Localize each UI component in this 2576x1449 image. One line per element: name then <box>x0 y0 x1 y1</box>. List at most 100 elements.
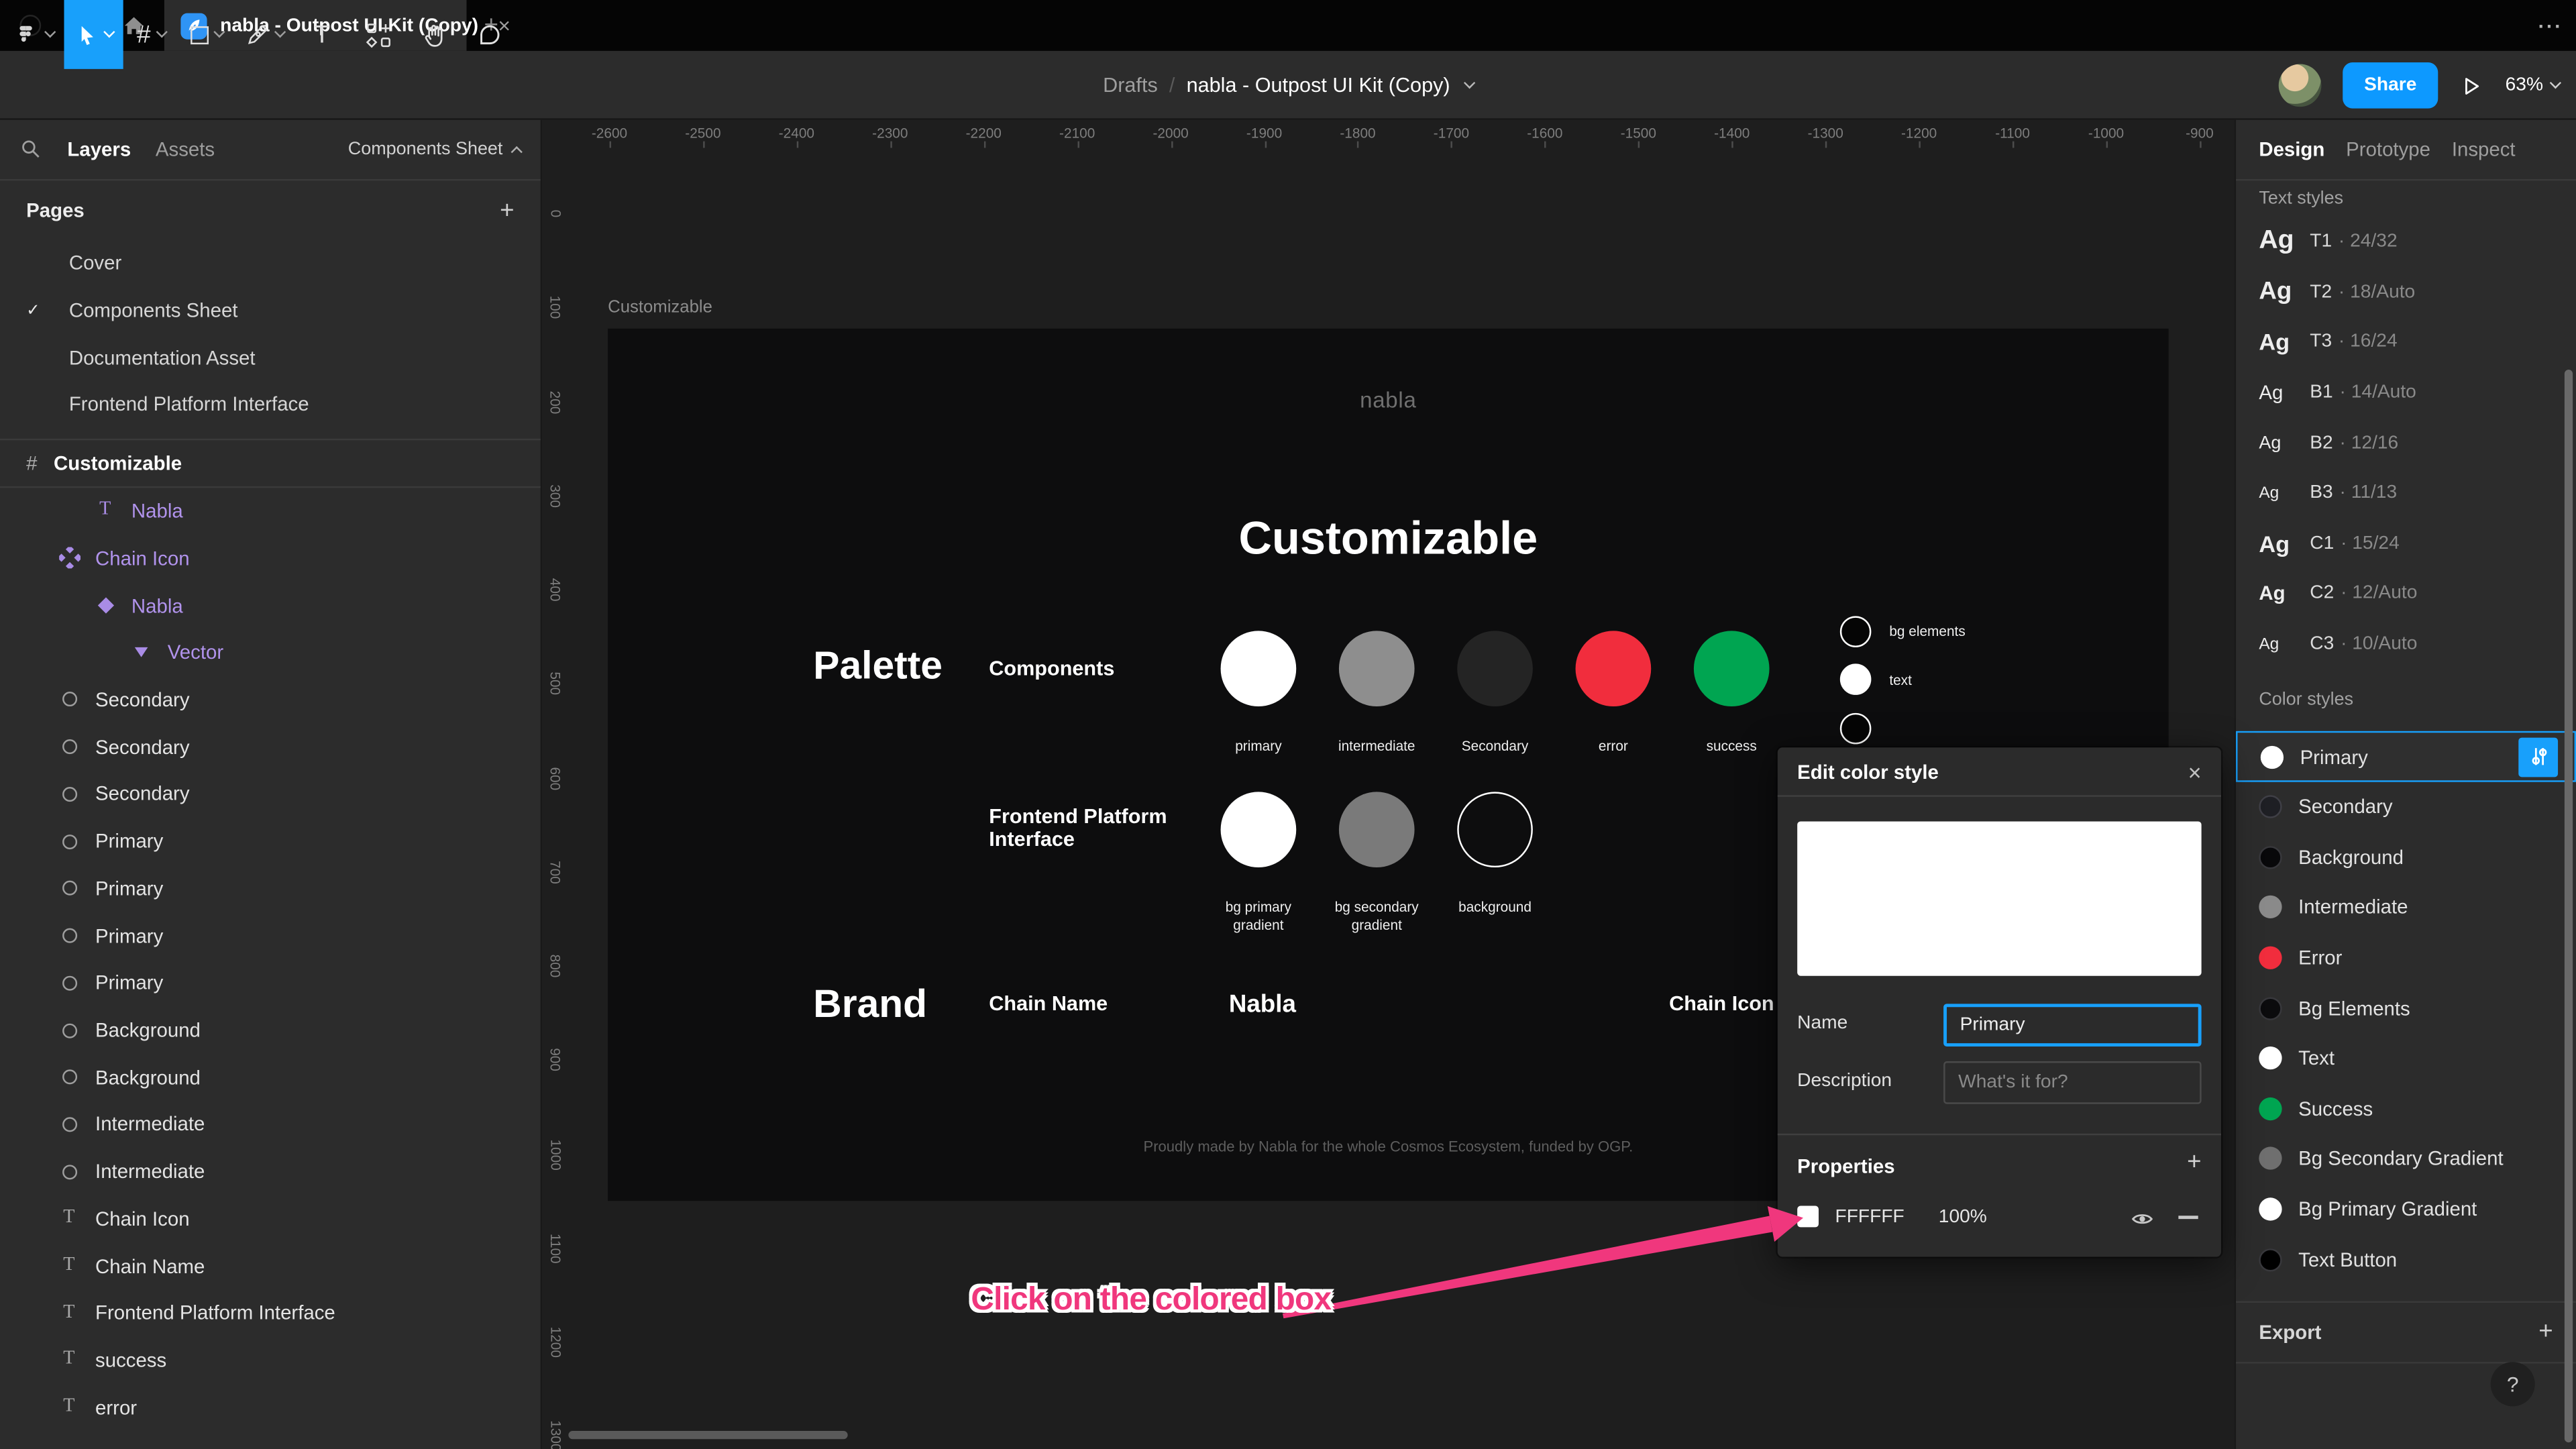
text-style-row[interactable]: Ag B2 · 12/16 <box>2236 418 2576 468</box>
chain-icon-caption[interactable]: Chain Icon <box>1669 993 1774 1017</box>
page-item[interactable]: Documentation Asset <box>0 334 541 381</box>
layer-row[interactable]: T Nabla <box>0 488 541 535</box>
page-selector[interactable]: Components Sheet <box>348 140 523 160</box>
brand-title[interactable]: Brand <box>813 982 927 1028</box>
text-style-row[interactable]: Ag C3 · 10/Auto <box>2236 619 2576 669</box>
layer-row[interactable]: T Primary <box>0 912 541 959</box>
brand-caption[interactable]: Chain Name <box>989 993 1108 1017</box>
name-input[interactable] <box>1943 1004 2202 1046</box>
mini-swatch[interactable]: text <box>1839 663 1966 696</box>
color-swatch[interactable]: intermediate <box>1338 631 1415 754</box>
layer-row[interactable]: T Primary <box>0 818 541 865</box>
assets-tool-button[interactable] <box>350 0 406 69</box>
color-style-row[interactable]: Bg Elements <box>2236 983 2576 1033</box>
property-hex-value[interactable]: FFFFFF <box>1835 1208 1904 1227</box>
comment-tool-button[interactable] <box>462 0 517 69</box>
layer-row[interactable]: T Vector <box>0 629 541 676</box>
help-button[interactable]: ? <box>2490 1362 2535 1407</box>
layer-row[interactable]: T Chain Icon <box>0 1195 541 1242</box>
color-style-row[interactable]: Error <box>2236 932 2576 983</box>
color-swatch[interactable]: error <box>1575 631 1652 754</box>
layer-row[interactable]: T Intermediate <box>0 1148 541 1195</box>
tab-assets[interactable]: Assets <box>156 138 215 161</box>
adjust-style-button[interactable] <box>2518 737 2559 777</box>
more-menu-icon[interactable]: ··· <box>2538 0 2563 51</box>
color-style-row[interactable]: Background <box>2236 832 2576 882</box>
inspector-tab[interactable]: Inspect <box>2452 138 2516 161</box>
layer-row[interactable]: T Secondary <box>0 676 541 723</box>
chevron-down-icon[interactable] <box>1463 77 1475 89</box>
frame-title-label[interactable]: Customizable <box>608 297 712 317</box>
color-swatch[interactable]: success <box>1693 631 1770 754</box>
share-button[interactable]: Share <box>2343 62 2438 109</box>
page-item[interactable]: ✓ Components Sheet <box>0 287 541 334</box>
palette-title[interactable]: Palette <box>813 644 943 690</box>
breadcrumb-root[interactable]: Drafts <box>1103 74 1158 97</box>
color-style-row[interactable]: Success <box>2236 1083 2576 1134</box>
property-opacity-value[interactable]: 100% <box>1939 1208 1987 1227</box>
close-icon[interactable]: × <box>2188 760 2202 783</box>
layer-row[interactable]: T Chain Icon <box>0 535 541 582</box>
page-item[interactable]: Frontend Platform Interface <box>0 381 541 428</box>
zoom-control[interactable]: 63% <box>2506 76 2562 95</box>
visibility-toggle[interactable] <box>2129 1206 2155 1232</box>
move-tool-button[interactable] <box>64 0 123 69</box>
inspector-tab[interactable]: Design <box>2259 138 2324 161</box>
color-swatch[interactable]: Secondary <box>1457 631 1533 754</box>
layer-frame-row[interactable]: # Customizable <box>0 440 541 488</box>
layer-row[interactable]: T Background <box>0 1054 541 1101</box>
color-style-row[interactable]: Text <box>2236 1033 2576 1083</box>
property-color-box[interactable] <box>1797 1205 1819 1228</box>
nabla-logo[interactable]: nabla <box>608 388 2169 413</box>
search-icon[interactable] <box>19 138 42 161</box>
text-style-row[interactable]: Ag B3 · 11/13 <box>2236 468 2576 519</box>
color-preview[interactable] <box>1797 821 2202 976</box>
layer-row[interactable]: T Primary <box>0 959 541 1006</box>
add-property-button[interactable]: + <box>2187 1148 2201 1177</box>
tab-layers[interactable]: Layers <box>67 138 131 161</box>
layer-row[interactable]: T Secondary <box>0 771 541 818</box>
mini-swatch[interactable]: bg elements <box>1839 614 1966 647</box>
mini-swatch[interactable] <box>1839 711 1966 744</box>
remove-property-button[interactable] <box>2178 1216 2198 1218</box>
color-style-row[interactable]: Primary <box>2236 731 2576 782</box>
color-style-row[interactable]: Intermediate <box>2236 882 2576 932</box>
color-swatch[interactable]: background <box>1457 792 1533 915</box>
layer-row[interactable]: T Secondary <box>0 723 541 770</box>
shape-tool-button[interactable] <box>179 0 235 69</box>
text-style-row[interactable]: Ag T3 · 16/24 <box>2236 317 2576 368</box>
vertical-scrollbar[interactable] <box>2564 370 2573 1443</box>
layer-row[interactable]: T success <box>0 1337 541 1384</box>
layer-row[interactable]: T Intermediate <box>0 1101 541 1148</box>
fpi-caption[interactable]: Frontend Platform Interface <box>989 806 1167 851</box>
frame-tool-button[interactable]: # <box>123 0 179 69</box>
layer-row[interactable]: T Chain Name <box>0 1242 541 1289</box>
text-style-row[interactable]: Ag C1 · 15/24 <box>2236 519 2576 569</box>
text-style-row[interactable]: Ag T2 · 18/Auto <box>2236 267 2576 317</box>
add-export-button[interactable]: + <box>2538 1318 2553 1346</box>
horizontal-scrollbar[interactable] <box>568 1431 848 1440</box>
add-page-button[interactable]: + <box>500 197 514 225</box>
color-swatch[interactable]: primary <box>1220 631 1297 754</box>
layer-row[interactable]: T Background <box>0 1006 541 1053</box>
color-style-row[interactable]: Bg Primary Gradient <box>2236 1184 2576 1234</box>
present-icon[interactable] <box>2459 73 2484 98</box>
inspector-tab[interactable]: Prototype <box>2346 138 2430 161</box>
color-swatch[interactable]: bg secondary gradient <box>1335 792 1419 932</box>
color-style-row[interactable]: Bg Secondary Gradient <box>2236 1134 2576 1184</box>
text-style-row[interactable]: Ag B1 · 14/Auto <box>2236 368 2576 418</box>
main-menu-button[interactable] <box>3 0 64 69</box>
breadcrumb-title[interactable]: nabla - Outpost UI Kit (Copy) <box>1187 74 1450 97</box>
color-style-row[interactable]: Secondary <box>2236 782 2576 833</box>
frame-heading[interactable]: Customizable <box>608 513 2169 565</box>
palette-caption[interactable]: Components <box>989 657 1114 682</box>
description-input[interactable] <box>1943 1061 2202 1104</box>
text-style-row[interactable]: Ag T1 · 24/32 <box>2236 217 2576 267</box>
color-style-row[interactable]: Text Button <box>2236 1234 2576 1285</box>
layer-row[interactable]: T Frontend Platform Interface <box>0 1289 541 1336</box>
hand-tool-button[interactable] <box>406 0 462 69</box>
avatar[interactable] <box>2278 64 2322 107</box>
page-item[interactable]: Cover <box>0 240 541 287</box>
layer-row[interactable]: T Primary <box>0 865 541 912</box>
text-style-row[interactable]: Ag C2 · 12/Auto <box>2236 569 2576 619</box>
